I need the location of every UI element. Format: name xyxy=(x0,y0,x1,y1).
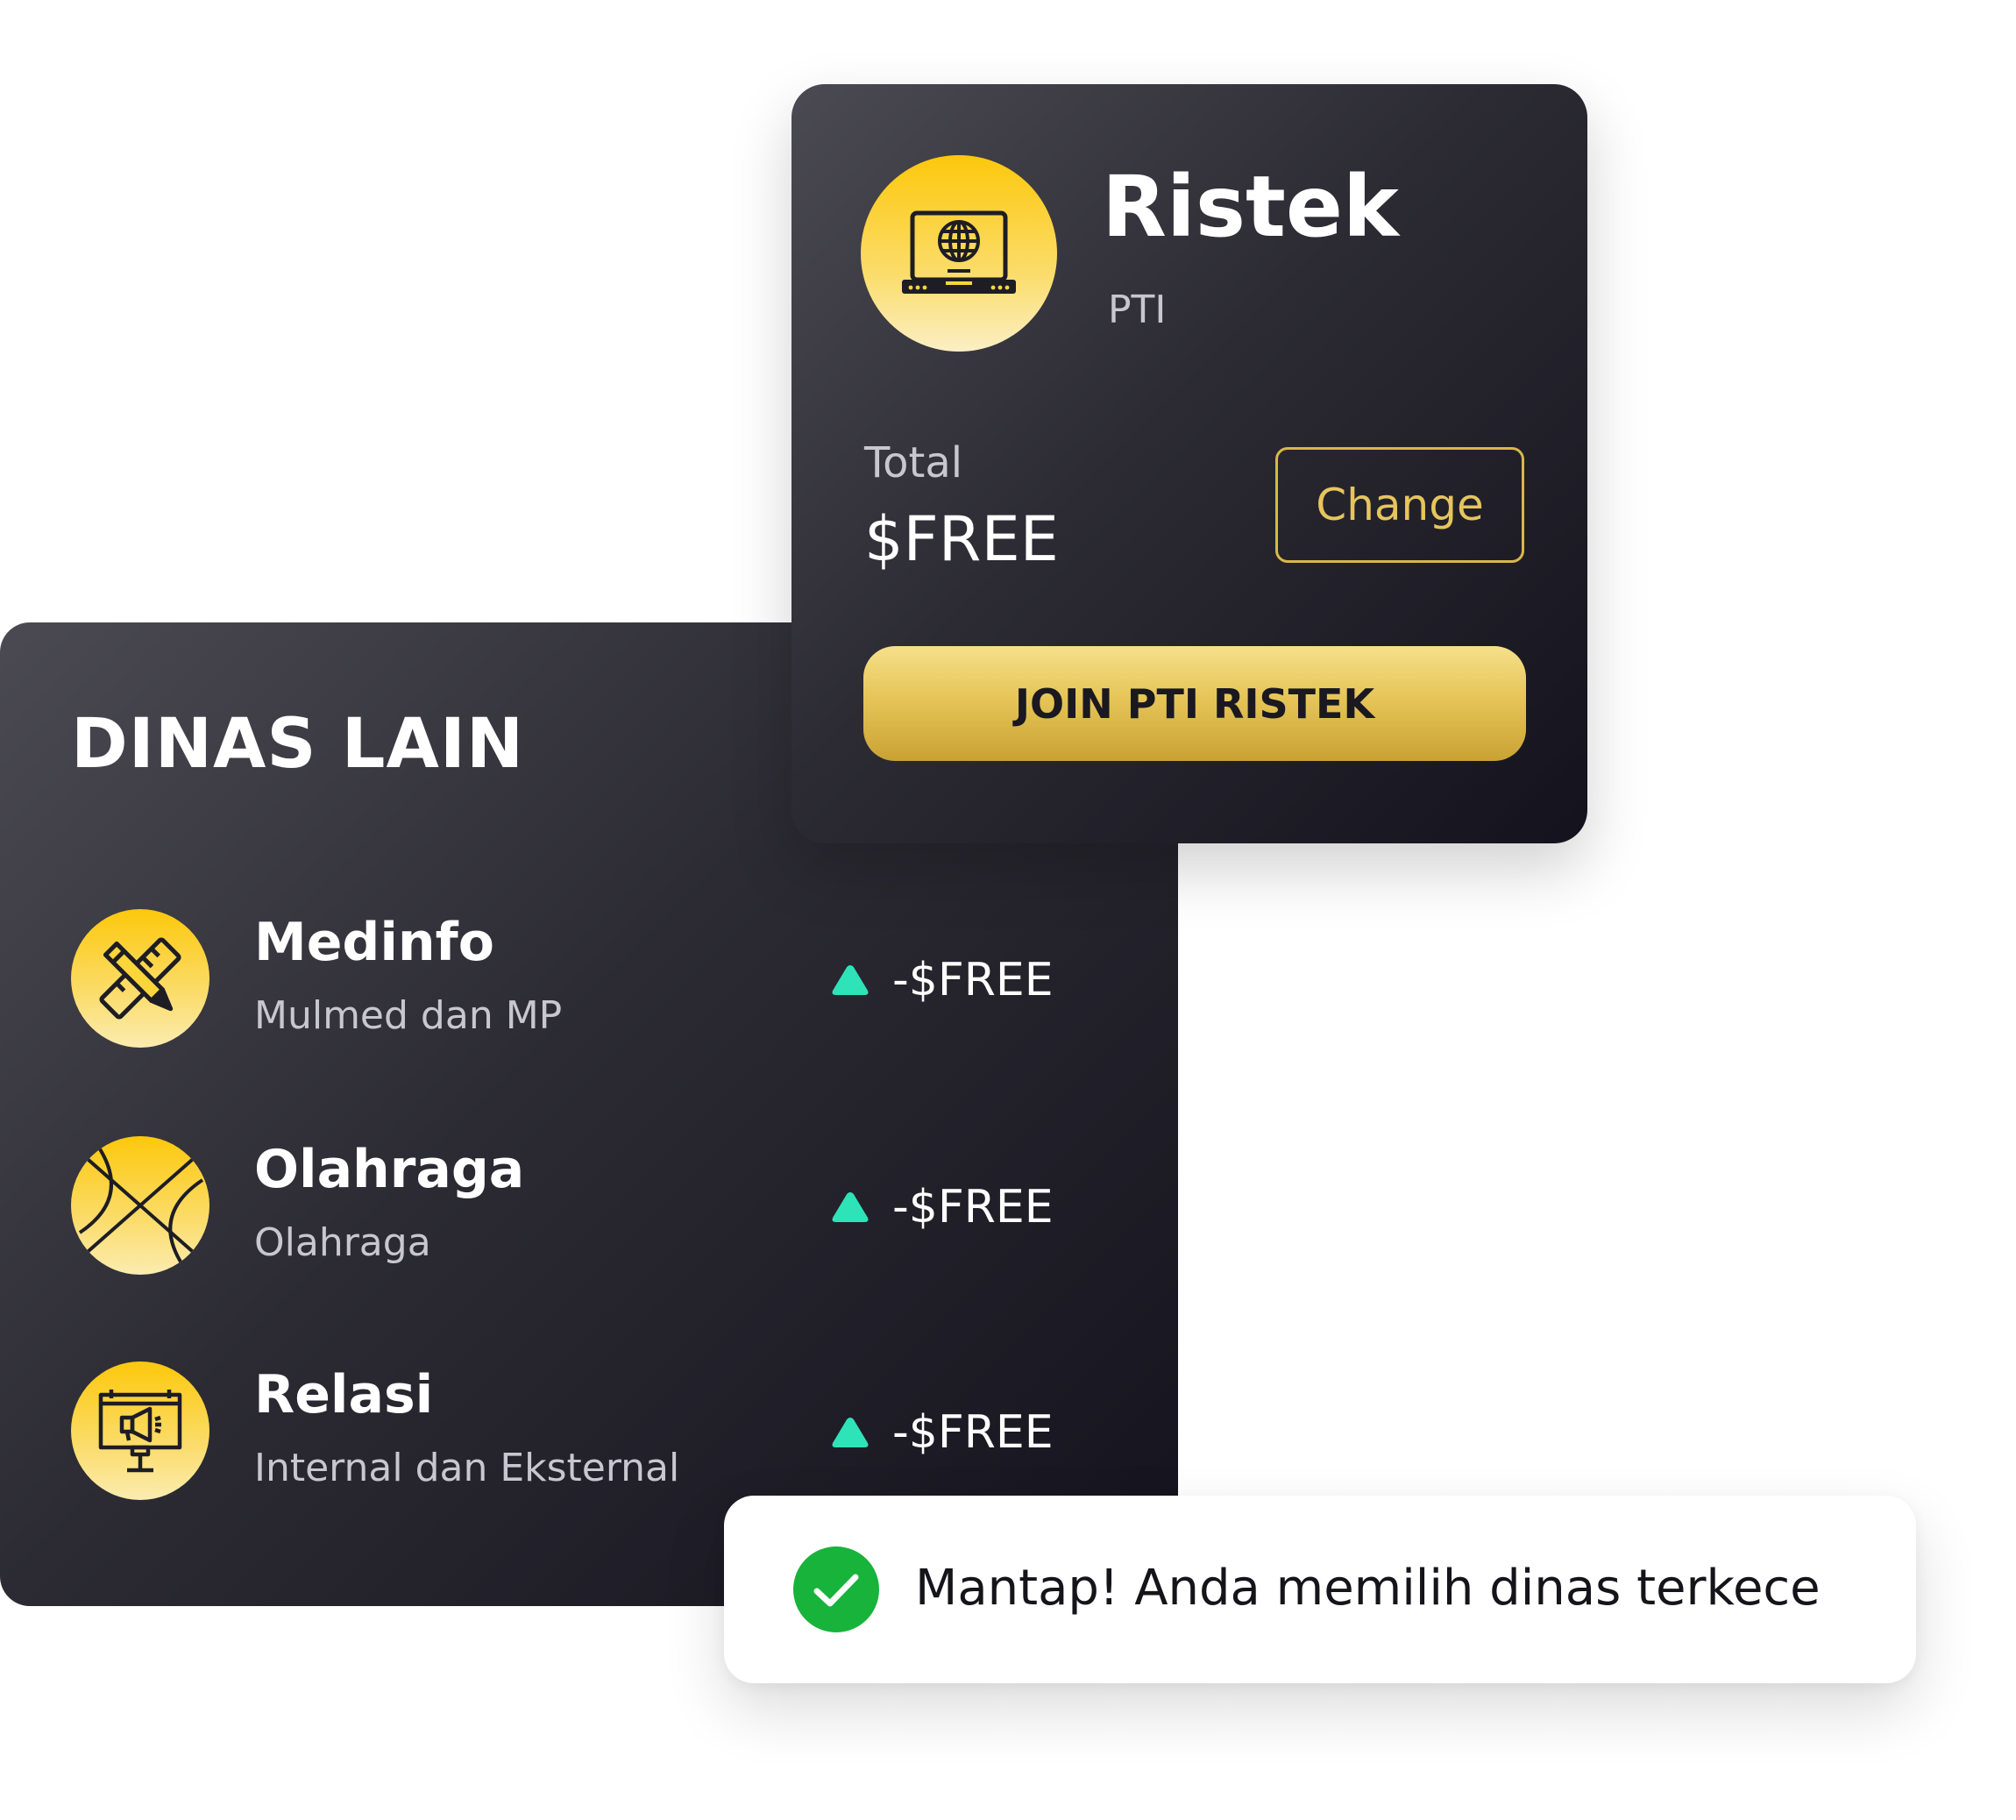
total-value: $FREE xyxy=(864,503,1059,575)
item-subtitle: Mulmed dan MP xyxy=(254,993,563,1038)
other-units-title: DINAS LAIN xyxy=(71,705,525,784)
item-name: Relasi xyxy=(254,1364,434,1425)
join-button[interactable]: JOIN PTI RISTEK xyxy=(863,646,1526,761)
trend-up-icon xyxy=(832,1418,869,1447)
stage: DINAS LAIN Medinfo Mulmed dan MP -$FREE … xyxy=(0,0,2016,1820)
trend-up-icon xyxy=(832,965,869,995)
change-button[interactable]: Change xyxy=(1275,447,1524,563)
selected-unit-title: Ristek xyxy=(1102,158,1399,256)
list-item[interactable]: Relasi Internal dan Eksternal -$FREE xyxy=(0,1361,1178,1511)
toast-message: Mantap! Anda memilih dinas terkece xyxy=(915,1560,1821,1617)
laptop-globe-icon xyxy=(861,155,1057,352)
item-subtitle: Internal dan Eksternal xyxy=(254,1446,680,1490)
basketball-icon xyxy=(71,1136,209,1275)
item-price-text: -$FREE xyxy=(892,1406,1054,1459)
list-item[interactable]: Medinfo Mulmed dan MP -$FREE xyxy=(0,909,1178,1058)
billboard-megaphone-icon xyxy=(71,1361,209,1500)
total-label: Total xyxy=(864,438,963,487)
item-price-text: -$FREE xyxy=(892,1181,1054,1233)
item-price: -$FREE xyxy=(831,957,1054,1003)
check-circle-icon xyxy=(793,1546,879,1632)
item-price: -$FREE xyxy=(831,1184,1054,1230)
item-price-text: -$FREE xyxy=(892,954,1054,1006)
item-name: Medinfo xyxy=(254,912,494,973)
list-item[interactable]: Olahraga Olahraga -$FREE xyxy=(0,1136,1178,1285)
item-subtitle: Olahraga xyxy=(254,1220,431,1265)
item-price: -$FREE xyxy=(831,1410,1054,1455)
selected-unit-card: Ristek PTI Total $FREE Change JOIN PTI R… xyxy=(791,84,1587,843)
item-name: Olahraga xyxy=(254,1139,525,1200)
success-toast: Mantap! Anda memilih dinas terkece xyxy=(724,1496,1916,1683)
selected-unit-subtitle: PTI xyxy=(1108,288,1167,332)
pencil-ruler-icon xyxy=(71,909,209,1048)
trend-up-icon xyxy=(832,1192,869,1222)
